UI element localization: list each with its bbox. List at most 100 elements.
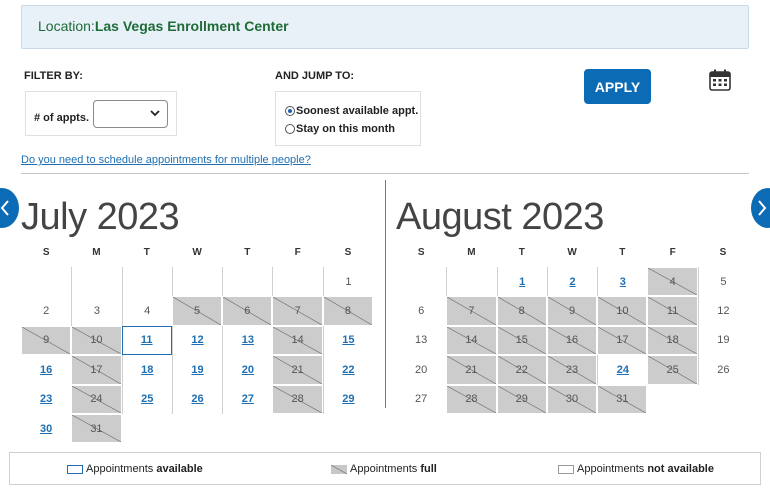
day-full: 14 — [272, 325, 323, 356]
day-full: 17 — [597, 325, 648, 356]
jump-heading: AND JUMP TO: — [275, 70, 355, 82]
divider — [21, 173, 749, 174]
legend-not-available: Appointments not available — [558, 463, 714, 475]
day-full: 21 — [272, 355, 323, 385]
weekday-label: F — [294, 247, 301, 258]
empty-day — [121, 267, 172, 297]
empty-day — [171, 267, 222, 297]
day-available[interactable]: 12 — [171, 325, 222, 356]
day-full: 31 — [71, 413, 122, 444]
day-unavailable: 6 — [418, 305, 425, 318]
day-full: 18 — [647, 325, 698, 356]
radio-this-month-button[interactable] — [285, 124, 295, 134]
next-month-button[interactable] — [751, 188, 770, 228]
legend-na-swatch — [558, 464, 574, 474]
day-full: 11 — [647, 296, 698, 326]
weekday-label: M — [467, 247, 476, 258]
weekday-label: T — [143, 247, 150, 258]
radio-this-month[interactable]: Stay on this month — [285, 120, 420, 138]
weekday-header: SMTWTFS — [21, 247, 373, 261]
day-available[interactable]: 25 — [121, 384, 172, 414]
weekday-label: S — [719, 247, 727, 258]
day-full: 15 — [496, 325, 547, 356]
filter-box: # of appts. — [25, 91, 177, 136]
radio-soonest-button[interactable] — [285, 106, 295, 116]
radio-soonest[interactable]: Soonest available appt. — [285, 102, 420, 120]
legend-available: Appointments available — [67, 463, 203, 475]
empty-day — [21, 267, 71, 296]
day-full: 17 — [71, 355, 122, 385]
day-full: 28 — [272, 384, 323, 414]
chevron-down-icon — [149, 107, 161, 122]
legend-full-swatch — [331, 464, 347, 474]
day-available[interactable]: 19 — [171, 355, 222, 385]
day-available[interactable]: 3 — [597, 267, 647, 297]
day-full: 8 — [496, 296, 547, 326]
day-full: 8 — [322, 296, 374, 326]
weekday-label: S — [344, 247, 352, 258]
day-available[interactable]: 11 — [121, 325, 172, 356]
chevron-left-icon — [0, 200, 9, 216]
month-title-august: August 2023 — [396, 196, 604, 238]
day-available[interactable]: 18 — [121, 355, 172, 385]
day-full: 31 — [597, 384, 648, 414]
empty-day — [222, 267, 272, 297]
radio-soonest-label: Soonest available appt. — [296, 105, 419, 117]
day-available[interactable]: 16 — [21, 355, 71, 384]
legend-full-text: Appointments full — [350, 463, 437, 475]
calendar-icon[interactable] — [709, 69, 731, 91]
day-unavailable: 26 — [697, 355, 748, 385]
day-full: 28 — [446, 384, 497, 414]
location-prefix: Location: — [38, 18, 95, 34]
day-full: 21 — [446, 355, 497, 385]
day-available[interactable]: 23 — [21, 385, 71, 414]
weekday-label: W — [567, 247, 577, 258]
day-available[interactable]: 22 — [322, 355, 373, 385]
legend-na-text: Appointments not available — [577, 463, 714, 475]
legend: Appointments available Appointments full… — [9, 452, 761, 485]
prev-month-button[interactable] — [0, 188, 19, 228]
day-available[interactable]: 27 — [222, 384, 272, 414]
calendar-august: SMTWTFS 1 2 3 4 5 6 7 8 9 10 11 12 13 14 15 16 17 18 19 20 2… — [396, 247, 748, 414]
day-available[interactable]: 1 — [496, 267, 547, 297]
day-available[interactable]: 26 — [171, 384, 222, 414]
day-unavailable: 2 — [43, 305, 50, 318]
day-available[interactable]: 24 — [597, 355, 647, 385]
day-full: 7 — [272, 296, 323, 326]
weekday-label: F — [669, 247, 676, 258]
location-value: Las Vegas Enrollment Center — [94, 18, 289, 34]
empty-day — [446, 267, 496, 297]
apply-button[interactable]: APPLY — [584, 69, 651, 104]
filter-heading: FILTER BY: — [24, 70, 83, 82]
empty-day — [272, 267, 322, 297]
weekday-label: W — [192, 247, 202, 258]
location-banner: Location:Las Vegas Enrollment Center — [21, 5, 749, 49]
day-full: 14 — [446, 325, 497, 356]
weekday-label: S — [417, 247, 425, 258]
weekday-label: T — [619, 247, 626, 258]
day-full: 22 — [496, 355, 547, 385]
day-available[interactable]: 13 — [222, 325, 272, 356]
day-available[interactable]: 29 — [322, 384, 373, 414]
day-available[interactable]: 2 — [546, 267, 597, 297]
day-full: 29 — [496, 384, 547, 414]
day-full: 5 — [171, 296, 223, 326]
day-unavailable: 19 — [697, 325, 748, 356]
day-full: 23 — [546, 355, 598, 385]
day-unavailable: 5 — [697, 267, 748, 297]
month-divider — [385, 180, 386, 408]
empty-day — [71, 267, 121, 297]
day-full: 25 — [647, 355, 698, 385]
day-unavailable: 12 — [697, 296, 748, 326]
day-full: 6 — [222, 296, 273, 326]
day-available[interactable]: 30 — [21, 414, 71, 443]
calendar-july: SMTWTFS 1 2 3 4 5 6 7 8 9 10 11 12 13 14 15 16 17 18 19 20 2… — [21, 247, 374, 444]
day-available[interactable]: 15 — [322, 325, 373, 356]
day-available[interactable]: 20 — [222, 355, 272, 385]
day-unavailable: 4 — [121, 296, 172, 326]
radio-this-month-label: Stay on this month — [296, 123, 395, 135]
multiple-people-link[interactable]: Do you need to schedule appointments for… — [21, 154, 311, 166]
day-full: 7 — [446, 296, 497, 326]
day-unavailable: 13 — [415, 334, 428, 347]
appts-select[interactable] — [93, 99, 169, 128]
